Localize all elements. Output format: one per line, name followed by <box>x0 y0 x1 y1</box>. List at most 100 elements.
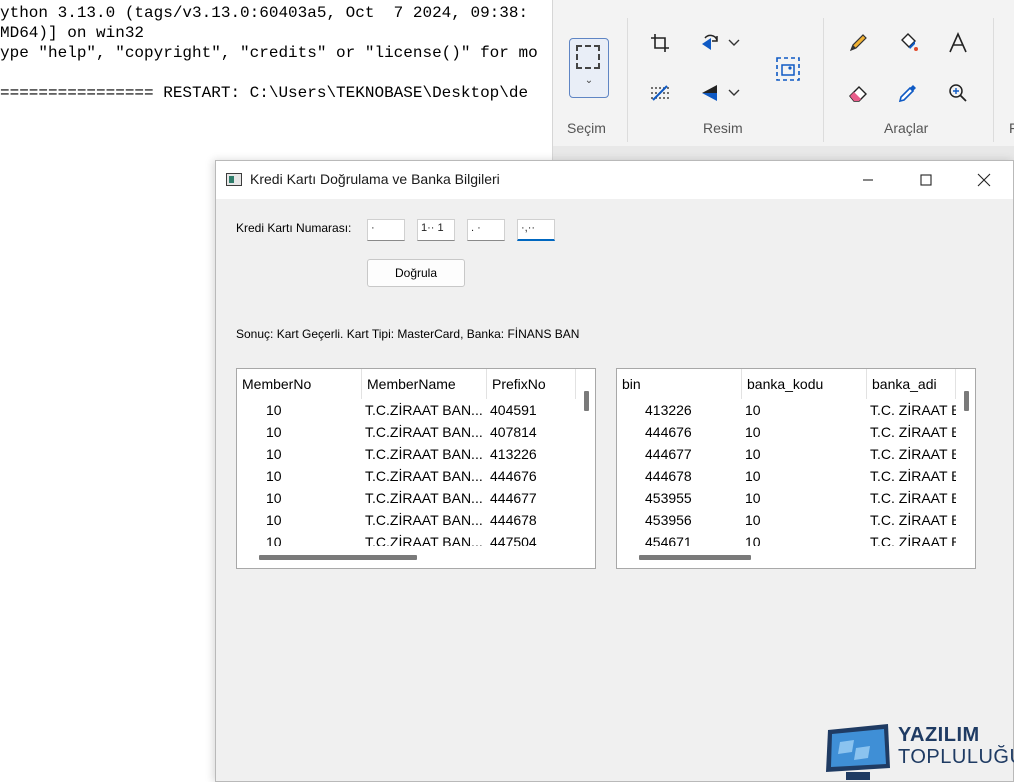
ribbon-divider <box>823 18 824 142</box>
app-icon <box>226 173 242 186</box>
title-bar[interactable]: Kredi Kartı Doğrulama ve Banka Bilgileri <box>216 161 1013 199</box>
cell: 444677 <box>490 490 537 506</box>
cell: 444676 <box>645 424 692 440</box>
fill-bucket-icon[interactable] <box>893 28 923 58</box>
eraser-icon[interactable] <box>843 78 873 108</box>
scrollbar-thumb[interactable] <box>259 555 417 560</box>
member-table[interactable]: MemberNo MemberName PrefixNo 10 T.C.ZİRAA… <box>236 368 596 569</box>
cell: 10 <box>745 402 761 418</box>
scrollbar-thumb[interactable] <box>639 555 751 560</box>
cell: T.C. ZİRAAT B <box>870 534 956 547</box>
cell: 404591 <box>490 402 537 418</box>
cell: 444677 <box>645 446 692 462</box>
cell: 10 <box>745 512 761 528</box>
yazilim-toplulugu-logo: YAZILIM TOPLULUĞU <box>822 722 1014 782</box>
minimize-icon <box>863 179 873 181</box>
cell: 10 <box>266 424 282 440</box>
card-number-part-2-input[interactable]: 1·· 1 <box>417 219 455 241</box>
card-number-part-3-input[interactable]: . · <box>467 219 505 241</box>
cell: 10 <box>745 534 761 547</box>
chevron-down-icon: ⌄ <box>584 75 594 86</box>
column-header-memberno[interactable]: MemberNo <box>237 369 362 399</box>
scrollbar-thumb[interactable] <box>584 391 589 411</box>
cell: T.C. ZİRAAT B <box>870 490 956 506</box>
cell: T.C.ZİRAAT BAN... <box>365 512 483 528</box>
magnifier-icon[interactable] <box>943 78 973 108</box>
cell: 444678 <box>490 512 537 528</box>
cell: 453956 <box>645 512 692 528</box>
cell: T.C.ZİRAAT BAN... <box>365 424 483 440</box>
logo-line-1: YAZILIM <box>898 724 980 746</box>
select-tool-button[interactable]: ⌄ <box>569 38 609 98</box>
cell: 444676 <box>490 468 537 484</box>
shell-line: MD64)] on win32 <box>0 24 145 42</box>
cell: 10 <box>266 402 282 418</box>
close-button[interactable] <box>955 161 1013 199</box>
cell: 10 <box>266 512 282 528</box>
text-tool-icon[interactable] <box>943 28 973 58</box>
cell: 444678 <box>645 468 692 484</box>
column-header-prefixno[interactable]: PrefixNo <box>487 369 576 399</box>
maximize-icon <box>920 174 932 186</box>
cell: 447504 <box>490 534 537 547</box>
pencil-icon[interactable] <box>843 28 873 58</box>
ribbon-divider <box>627 18 628 142</box>
cell: 453955 <box>645 490 692 506</box>
card-number-label: Kredi Kartı Numarası: <box>236 221 352 235</box>
card-verification-window: Kredi Kartı Doğrulama ve Banka Bilgileri… <box>215 160 1014 782</box>
horizontal-scrollbar[interactable] <box>617 546 975 568</box>
cell: T.C. ZİRAAT B <box>870 446 956 462</box>
chevron-down-icon[interactable] <box>725 78 743 108</box>
paint-ribbon: ⌄ Seçim Resim Araçlar F <box>552 0 1014 160</box>
cell: 10 <box>745 446 761 462</box>
shell-line: ================ RESTART: C:\Users\TEKNO… <box>0 84 529 102</box>
cell: 10 <box>745 468 761 484</box>
chevron-down-icon[interactable] <box>725 28 743 58</box>
verify-button[interactable]: Doğrula <box>367 259 465 287</box>
column-header-bin[interactable]: bin <box>617 369 742 399</box>
cell: T.C.ZİRAAT BAN... <box>365 490 483 506</box>
cell: 10 <box>745 490 761 506</box>
cell: T.C.ZİRAAT BAN... <box>365 534 483 547</box>
minimize-button[interactable] <box>839 161 897 199</box>
cell: 10 <box>266 490 282 506</box>
maximize-button[interactable] <box>897 161 955 199</box>
cell: T.C. ZİRAAT B <box>870 512 956 528</box>
color-picker-icon[interactable] <box>893 78 923 108</box>
image-resize-icon[interactable] <box>771 52 805 86</box>
shell-line: ype "help", "copyright", "credits" or "l… <box>0 44 538 62</box>
vertical-scrollbar[interactable] <box>956 369 975 547</box>
select-rectangle-icon <box>576 45 600 69</box>
column-header-banka-kodu[interactable]: banka_kodu <box>742 369 867 399</box>
cell: T.C.ZİRAAT BAN... <box>365 446 483 462</box>
paint-canvas-strip <box>553 146 1014 160</box>
group-label-image: Resim <box>703 120 743 136</box>
vertical-scrollbar[interactable] <box>576 369 595 547</box>
crop-icon[interactable] <box>645 28 675 58</box>
transparent-select-icon[interactable] <box>645 78 675 108</box>
table-body: 10 T.C.ZİRAAT BAN... 404591 10 T.C.ZİRAAT B… <box>237 399 576 547</box>
horizontal-scrollbar[interactable] <box>237 546 595 568</box>
group-label-tools: Araçlar <box>884 120 929 136</box>
column-header-banka-adi[interactable]: banka_adi <box>867 369 956 399</box>
cell: T.C. ZİRAAT B <box>870 468 956 484</box>
table-body: 413226 10 T.C. ZİRAAT B 444676 10 T.C. ZİRAA… <box>617 399 956 547</box>
cell: T.C.ZİRAAT BAN... <box>365 402 483 418</box>
card-number-part-1-input[interactable]: · <box>367 219 405 241</box>
rotate-icon[interactable] <box>695 28 725 58</box>
cell: T.C. ZİRAAT B <box>870 424 956 440</box>
ribbon-divider <box>993 18 994 142</box>
flip-icon[interactable] <box>695 78 725 108</box>
cell: 10 <box>266 534 282 547</box>
cell: 413226 <box>490 446 537 462</box>
cell: 454671 <box>645 534 692 547</box>
column-header-membername[interactable]: MemberName <box>362 369 487 399</box>
window-title: Kredi Kartı Doğrulama ve Banka Bilgileri <box>250 171 500 187</box>
cell: T.C. ZİRAAT B <box>870 402 956 418</box>
cell: T.C.ZİRAAT BAN... <box>365 468 483 484</box>
logo-line-2: TOPLULUĞU <box>898 746 1014 768</box>
cell: 10 <box>745 424 761 440</box>
card-number-part-4-input[interactable]: ·,·· <box>517 219 555 241</box>
scrollbar-thumb[interactable] <box>964 391 969 411</box>
bin-table[interactable]: bin banka_kodu banka_adi 413226 10 T.C. Zİ… <box>616 368 976 569</box>
